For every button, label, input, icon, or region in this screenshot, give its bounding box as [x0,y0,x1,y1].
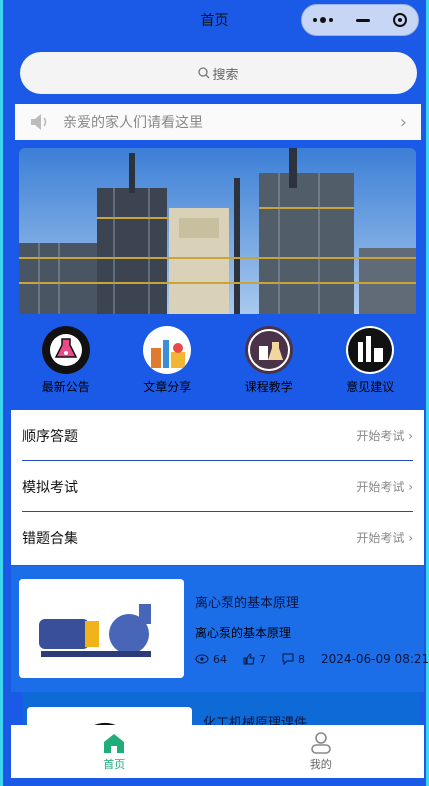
user-icon [310,731,331,754]
quiz-row-sequential[interactable]: 顺序答题 开始考试 › [11,410,424,461]
notice-text: 亲爱的家人们请看这里 [63,115,203,131]
quiz-row-mock[interactable]: 模拟考试 开始考试 › [11,461,424,512]
search-bar[interactable]: 搜索 [20,52,417,94]
quiz-name: 模拟考试 [22,479,78,496]
eye-icon [195,654,209,664]
chevron-right-icon: › [399,111,407,133]
category-label: 最新公告 [41,380,90,394]
quiz-list: 顺序答题 开始考试 › 模拟考试 开始考试 › 错题合集 开始考试 › [11,410,424,565]
category-announcements[interactable]: 最新公告 [26,320,106,410]
tab-label: 首页 [103,757,126,771]
notice-bar[interactable]: 亲爱的家人们请看这里 › [15,104,421,140]
quiz-row-mistakes[interactable]: 错题合集 开始考试 › [11,512,424,563]
quiz-name: 顺序答题 [22,428,78,445]
category-row: 最新公告 文章分享 课程教学 意见建议 [15,320,421,410]
thumbs-up-icon [243,653,255,665]
category-courses[interactable]: 课程教学 [229,320,309,410]
banner-image[interactable] [19,148,416,314]
view-count: 64 [213,652,227,666]
article-subtitle: 离心泵的基本原理 [195,626,292,640]
article-meta: 64 7 8 2024-06-09 08:21 [195,652,429,666]
start-exam-link[interactable]: 开始考试 › [356,427,413,444]
start-exam-link[interactable]: 开始考试 › [356,529,413,546]
tab-mine[interactable]: 我的 [218,725,425,778]
comment-icon [282,653,294,665]
category-label: 意见建议 [346,380,395,394]
tab-home[interactable]: 首页 [11,725,218,778]
close-icon[interactable] [392,13,407,27]
search-icon [198,67,210,79]
factory-icon [143,326,192,374]
lab-equipment-icon [346,326,395,374]
article-card[interactable]: 离心泵的基本原理 离心泵的基本原理 64 7 8 2024-06-09 08:2… [11,566,429,692]
category-articles[interactable]: 文章分享 [127,320,207,410]
tab-bar: 首页 我的 [11,725,424,778]
home-icon [104,733,125,753]
search-placeholder: 搜索 [212,67,239,83]
like-count: 7 [259,652,266,666]
comment-count: 8 [298,652,305,666]
article-title: 离心泵的基本原理 [195,596,300,611]
app-frame: 首页 搜索 亲爱的家人们请看这里 › 最新公告 文章分享 课程教学 意见建议 顺… [0,0,429,786]
beakers-icon [244,326,293,374]
article-thumbnail [19,579,184,678]
flask-gear-icon [41,326,90,374]
minimize-icon[interactable] [355,18,370,22]
more-icon[interactable] [313,17,334,23]
mini-program-capsule [301,4,419,36]
start-exam-link[interactable]: 开始考试 › [356,478,413,495]
category-label: 文章分享 [143,380,192,394]
quiz-name: 错题合集 [22,530,78,547]
tab-label: 我的 [309,757,332,771]
speaker-icon [31,114,47,130]
category-feedback[interactable]: 意见建议 [330,320,410,410]
article-date: 2024-06-09 08:21 [321,652,429,666]
category-label: 课程教学 [244,380,293,394]
